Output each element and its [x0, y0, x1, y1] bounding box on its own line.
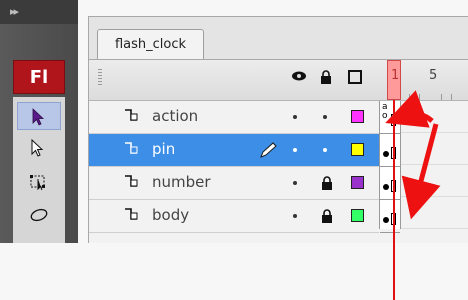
annotation-arrow: [385, 90, 434, 128]
annotation-arrows: [385, 90, 441, 220]
annotation-arrow: [401, 123, 441, 220]
